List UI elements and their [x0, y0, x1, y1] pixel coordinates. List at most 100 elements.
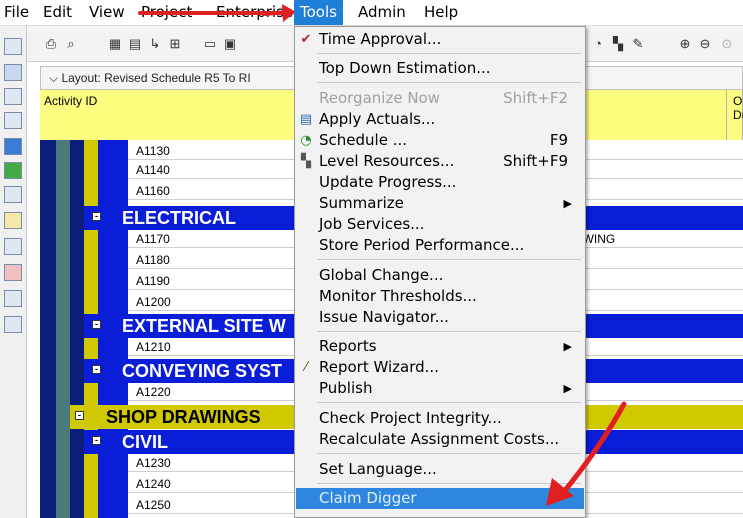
menu-item-label: Store Period Performance... — [319, 236, 525, 254]
assignments-view-icon[interactable] — [4, 186, 22, 203]
menu-item-report-wizard[interactable]: ⁄ Report Wizard... — [296, 357, 584, 378]
menu-item-time-approval[interactable]: ✔ Time Approval... — [296, 29, 584, 50]
reports-view-icon[interactable] — [4, 88, 22, 105]
layout-icon[interactable]: ▭ — [202, 36, 218, 51]
submenu-arrow-icon: ▶ — [563, 340, 572, 353]
indent-icon[interactable]: ↳ — [147, 36, 163, 51]
menu-item-store-period-performance[interactable]: Store Period Performance... — [296, 235, 584, 256]
progress-toolbar-icon[interactable]: ✎ — [630, 36, 646, 51]
column-header-original-duration[interactable]: O Du — [727, 90, 743, 140]
wbs-group-name: SHOP DRAWINGS — [106, 407, 261, 427]
resources-view-icon[interactable] — [4, 64, 22, 81]
thresholds-icon[interactable] — [4, 264, 22, 281]
print-icon[interactable]: ⎙ — [43, 36, 59, 51]
wbs-view-icon[interactable] — [4, 138, 22, 155]
menu-separator — [317, 259, 581, 260]
zoom-in-icon[interactable]: ⊕ — [677, 36, 693, 51]
menu-separator — [317, 53, 581, 54]
menu-item-label: Top Down Estimation... — [319, 59, 491, 77]
menu-item-label: Claim Digger — [319, 489, 417, 507]
zoom-fit-icon[interactable]: ⊙ — [719, 36, 735, 51]
menu-item-label: Summarize — [319, 194, 404, 212]
red-arrow-annotation — [546, 401, 627, 506]
apply-actuals-icon: ▤ — [299, 112, 313, 127]
menu-tools[interactable]: Tools — [294, 0, 343, 25]
wbs-band-level-2 — [56, 140, 70, 518]
expenses-icon[interactable] — [4, 238, 22, 255]
menu-item-publish[interactable]: Publish ▶ — [296, 378, 584, 399]
menu-item-label: Recalculate Assignment Costs... — [319, 430, 560, 448]
menu-item-label: Reports — [319, 337, 377, 355]
menu-item-summarize[interactable]: Summarize ▶ — [296, 193, 584, 214]
activity-id: A1140 — [136, 163, 170, 177]
menu-item-label: Schedule ... — [319, 131, 408, 149]
menu-item-label: Update Progress... — [319, 173, 457, 191]
level-toolbar-icon[interactable]: ▚ — [610, 36, 626, 51]
projects-view-icon[interactable] — [4, 38, 22, 55]
activities-view-icon[interactable] — [4, 162, 22, 179]
menu-item-shortcut: F9 — [549, 131, 568, 149]
layout-name: Layout: Revised Schedule R5 To RI — [61, 71, 251, 85]
menu-item-label: Global Change... — [319, 266, 444, 284]
columns-icon[interactable]: ▦ — [107, 36, 123, 51]
risks-icon[interactable] — [4, 316, 22, 333]
menu-item-shortcut: Shift+F2 — [503, 89, 568, 107]
chevron-down-icon: ⌵ — [49, 71, 59, 85]
menu-item-global-change[interactable]: Global Change... — [296, 265, 584, 286]
red-arrow-annotation — [262, 4, 296, 22]
menu-bar: File Edit View Project Enterprise Tools … — [0, 0, 743, 26]
menu-item-schedule[interactable]: ◔ Schedule ... F9 — [296, 130, 584, 151]
activity-id: A1190 — [136, 274, 170, 288]
issues-icon[interactable] — [4, 290, 22, 307]
menu-view[interactable]: View — [83, 0, 131, 25]
menu-item-label: Level Resources... — [319, 152, 455, 170]
left-toolbar — [0, 26, 27, 518]
menu-item-label: Job Services... — [319, 215, 425, 233]
gantt-icon[interactable]: ▣ — [222, 36, 238, 51]
menu-item-label: Time Approval... — [319, 30, 442, 48]
menu-item-level-resources[interactable]: ▚ Level Resources... Shift+F9 — [296, 151, 584, 172]
column-header-label-line-1: O — [733, 94, 743, 108]
wbs-group-name: ELECTRICAL — [122, 208, 236, 228]
work-products-icon[interactable] — [4, 212, 22, 229]
menu-separator — [317, 82, 581, 83]
menu-item-reports[interactable]: Reports ▶ — [296, 336, 584, 357]
menu-separator — [317, 331, 581, 332]
print-preview-icon[interactable]: ⌕ — [63, 36, 79, 51]
menu-item-apply-actuals[interactable]: ▤ Apply Actuals... — [296, 109, 584, 130]
menu-item-job-services[interactable]: Job Services... — [296, 214, 584, 235]
menu-help[interactable]: Help — [418, 0, 464, 25]
collapse-icon[interactable]: - — [92, 320, 101, 329]
column-header-label: Activity ID — [44, 94, 98, 108]
wand-icon: ⁄ — [304, 360, 308, 375]
menu-item-label: Publish — [319, 379, 373, 397]
collapse-icon[interactable]: - — [92, 365, 101, 374]
filter-icon[interactable]: ▤ — [127, 36, 143, 51]
submenu-arrow-icon: ▶ — [563, 197, 572, 210]
menu-item-monitor-thresholds[interactable]: Monitor Thresholds... — [296, 286, 584, 307]
menu-item-issue-navigator[interactable]: Issue Navigator... — [296, 307, 584, 328]
activity-id: A1230 — [136, 456, 171, 470]
wbs-group-name: CIVIL — [122, 432, 169, 452]
tracking-view-icon[interactable] — [4, 112, 22, 129]
checkmark-icon: ✔ — [300, 32, 312, 47]
menu-item-top-down-estimation[interactable]: Top Down Estimation... — [296, 58, 584, 79]
group-sort-icon[interactable]: ⊞ — [167, 36, 183, 51]
activity-id: A1200 — [136, 295, 171, 309]
wbs-group-name: EXTERNAL SITE W — [122, 316, 286, 336]
collapse-icon[interactable]: - — [92, 436, 101, 445]
menu-item-label: Monitor Thresholds... — [319, 287, 477, 305]
menu-edit[interactable]: Edit — [37, 0, 78, 25]
menu-file[interactable]: File — [0, 0, 35, 25]
menu-admin[interactable]: Admin — [352, 0, 412, 25]
activity-id: A1160 — [136, 184, 170, 198]
activity-id: A1250 — [136, 498, 171, 512]
menu-item-update-progress[interactable]: Update Progress... — [296, 172, 584, 193]
schedule-toolbar-icon[interactable]: ◔ — [590, 36, 606, 51]
collapse-icon[interactable]: - — [92, 212, 101, 221]
activity-id: A1170 — [136, 232, 170, 246]
menu-item-label: Issue Navigator... — [319, 308, 449, 326]
collapse-icon[interactable]: - — [75, 411, 84, 420]
zoom-out-icon[interactable]: ⊖ — [697, 36, 713, 51]
wbs-group-name: CONVEYING SYST — [122, 361, 283, 381]
